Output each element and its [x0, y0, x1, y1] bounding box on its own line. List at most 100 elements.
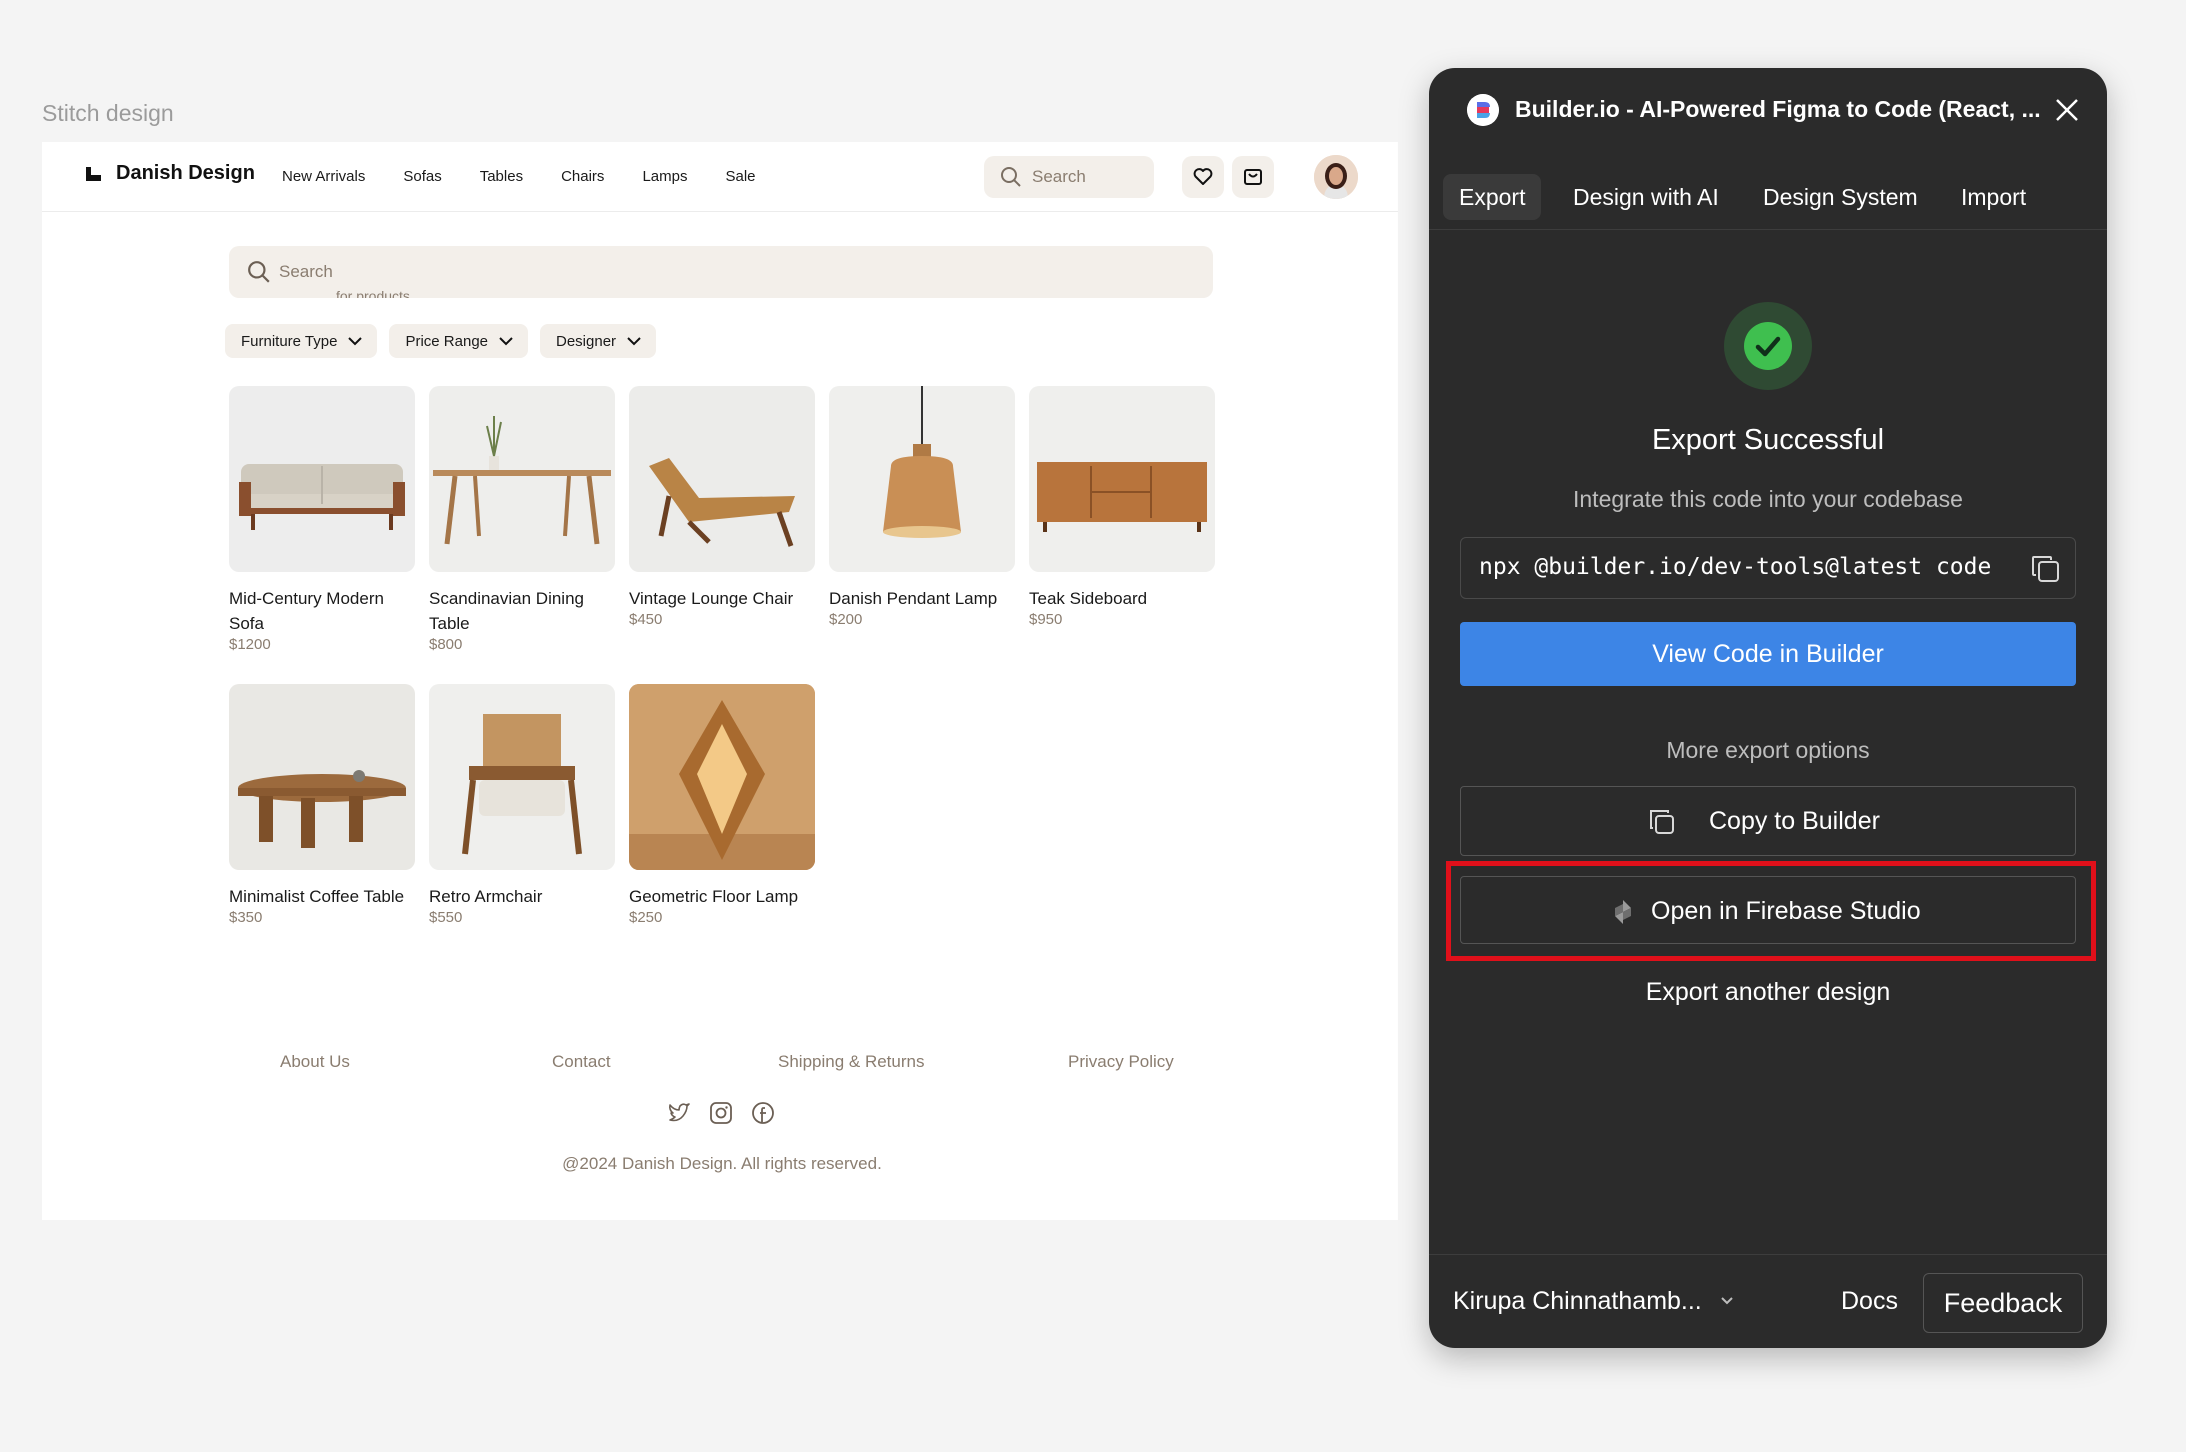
footer-link-privacy[interactable]: Privacy Policy — [1068, 1052, 1174, 1072]
user-avatar[interactable] — [1314, 155, 1358, 199]
export-another-design-link[interactable]: Export another design — [1429, 978, 2107, 1007]
wishlist-button[interactable] — [1182, 156, 1224, 198]
copy-icon — [1650, 810, 1674, 834]
nav-link-new-arrivals[interactable]: New Arrivals — [282, 168, 365, 185]
design-frame: Danish Design New Arrivals Sofas Tables … — [42, 142, 1398, 1220]
product-price: $800 — [429, 636, 463, 653]
filter-price-range[interactable]: Price Range — [389, 324, 528, 358]
avatar-icon — [1314, 155, 1358, 199]
code-command-box[interactable]: npx @builder.io/dev-tools@latest code — [1460, 537, 2076, 599]
nav-link-chairs[interactable]: Chairs — [561, 168, 604, 185]
product-name: Scandinavian Dining Table — [429, 589, 584, 633]
sofa-image — [229, 386, 415, 572]
product-card[interactable]: Geometric Floor Lamp $250 — [629, 684, 815, 926]
view-code-in-builder-button[interactable]: View Code in Builder — [1460, 622, 2076, 686]
product-price: $950 — [1029, 611, 1063, 628]
copy-icon[interactable] — [2029, 552, 2063, 586]
filter-label: Furniture Type — [241, 332, 338, 350]
docs-link[interactable]: Docs — [1841, 1287, 1898, 1316]
lounge-chair-image — [629, 386, 815, 572]
product-price: $200 — [829, 611, 863, 628]
builder-logo-icon — [1467, 94, 1499, 126]
filter-label: Designer — [556, 332, 617, 350]
success-title: Export Successful — [1651, 424, 1885, 456]
product-search-placeholder: Search — [279, 262, 333, 281]
product-price: $450 — [629, 611, 663, 628]
tab-import[interactable]: Import — [1945, 174, 2042, 220]
user-name[interactable]: Kirupa Chinnathamb... — [1453, 1287, 1702, 1316]
chevron-down-icon — [499, 337, 513, 346]
dining-table-image — [429, 386, 615, 572]
filter-bar: Furniture Type Price Range Designer — [225, 324, 657, 358]
logo-icon — [84, 165, 102, 183]
product-card[interactable]: Minimalist Coffee Table $350 — [229, 684, 415, 926]
canvas-label: Stitch design — [42, 100, 174, 126]
check-icon — [1744, 322, 1792, 370]
nav-link-tables[interactable]: Tables — [480, 168, 523, 185]
footer-link-contact[interactable]: Contact — [552, 1052, 611, 1072]
product-price: $250 — [629, 909, 663, 926]
product-name: Minimalist Coffee Table — [229, 887, 405, 906]
chevron-down-icon — [627, 337, 641, 346]
panel-header: Builder.io - AI-Powered Figma to Code (R… — [1429, 68, 2107, 152]
filter-label: Price Range — [405, 332, 488, 350]
panel-title: Builder.io - AI-Powered Figma to Code (R… — [1515, 96, 2041, 122]
nav-link-sofas[interactable]: Sofas — [403, 168, 441, 185]
floor-lamp-image — [629, 684, 815, 870]
chevron-down-icon[interactable] — [1719, 1295, 1735, 1307]
search-icon — [1001, 167, 1021, 187]
pendant-lamp-image — [829, 386, 1015, 572]
product-card[interactable]: Mid-Century Modern Sofa $1200 — [229, 386, 415, 653]
panel-tabs: Export Design with AI Design System Impo… — [1429, 158, 2107, 230]
product-card[interactable]: Scandinavian Dining Table $800 — [429, 386, 615, 653]
product-name: Vintage Lounge Chair — [629, 589, 794, 608]
brand-logo[interactable]: Danish Design — [84, 162, 255, 185]
cart-button[interactable] — [1232, 156, 1274, 198]
product-name: Teak Sideboard — [1029, 589, 1148, 608]
footer-links: About Us Contact Shipping & Returns Priv… — [42, 1052, 1398, 1082]
cart-icon — [1244, 169, 1262, 185]
tab-export[interactable]: Export — [1443, 174, 1542, 220]
copy-to-builder-label: Copy to Builder — [1709, 807, 1880, 835]
nav-link-sale[interactable]: Sale — [725, 168, 755, 185]
heart-icon — [1193, 168, 1213, 185]
product-grid: Mid-Century Modern Sofa $1200 Scandinavi… — [229, 386, 1229, 986]
tab-design-with-ai[interactable]: Design with AI — [1557, 174, 1735, 220]
product-price: $550 — [429, 909, 463, 926]
product-card[interactable]: Retro Armchair $550 — [429, 684, 615, 926]
firebase-icon — [1615, 900, 1631, 924]
product-price: $1200 — [229, 636, 271, 653]
product-card[interactable]: Vintage Lounge Chair $450 — [629, 386, 815, 628]
builder-plugin-panel: Builder.io - AI-Powered Figma to Code (R… — [1429, 68, 2107, 1348]
footer-link-about[interactable]: About Us — [280, 1052, 350, 1072]
footer-link-shipping[interactable]: Shipping & Returns — [778, 1052, 924, 1072]
product-search-subtext: for products — [336, 288, 410, 298]
panel-footer: Kirupa Chinnathamb... Docs Feedback — [1429, 1254, 2107, 1348]
copy-to-builder-button[interactable]: Copy to Builder — [1460, 786, 2076, 856]
product-name: Mid-Century Modern Sofa — [229, 589, 384, 633]
coffee-table-image — [229, 684, 415, 870]
close-icon[interactable] — [2053, 96, 2081, 124]
chevron-down-icon — [348, 337, 363, 346]
code-command: npx @builder.io/dev-tools@latest code — [1479, 554, 1992, 580]
success-subtitle: Integrate this code into your codebase — [1573, 486, 1963, 512]
product-price: $350 — [229, 909, 263, 926]
feedback-button[interactable]: Feedback — [1923, 1273, 2083, 1333]
filter-designer[interactable]: Designer — [540, 324, 657, 358]
product-card[interactable]: Teak Sideboard $950 — [1029, 386, 1215, 628]
nav-search-input[interactable]: Search — [984, 156, 1154, 198]
filter-furniture-type[interactable]: Furniture Type — [225, 324, 378, 358]
copyright: @2024 Danish Design. All rights reserved… — [562, 1154, 882, 1173]
tab-design-system[interactable]: Design System — [1747, 174, 1934, 220]
twitter-icon[interactable] — [666, 1100, 692, 1126]
open-in-firebase-studio-button[interactable]: Open in Firebase Studio — [1460, 876, 2076, 944]
facebook-icon[interactable] — [750, 1100, 776, 1126]
brand-name: Danish Design — [116, 162, 255, 184]
nav-link-lamps[interactable]: Lamps — [642, 168, 687, 185]
product-card[interactable]: Danish Pendant Lamp $200 — [829, 386, 1015, 628]
more-export-options-label: More export options — [1666, 737, 1870, 763]
instagram-icon[interactable] — [708, 1100, 734, 1126]
product-search-input[interactable]: Search for products — [229, 246, 1213, 298]
product-name: Geometric Floor Lamp — [629, 887, 799, 906]
top-nav: Danish Design New Arrivals Sofas Tables … — [42, 142, 1398, 212]
